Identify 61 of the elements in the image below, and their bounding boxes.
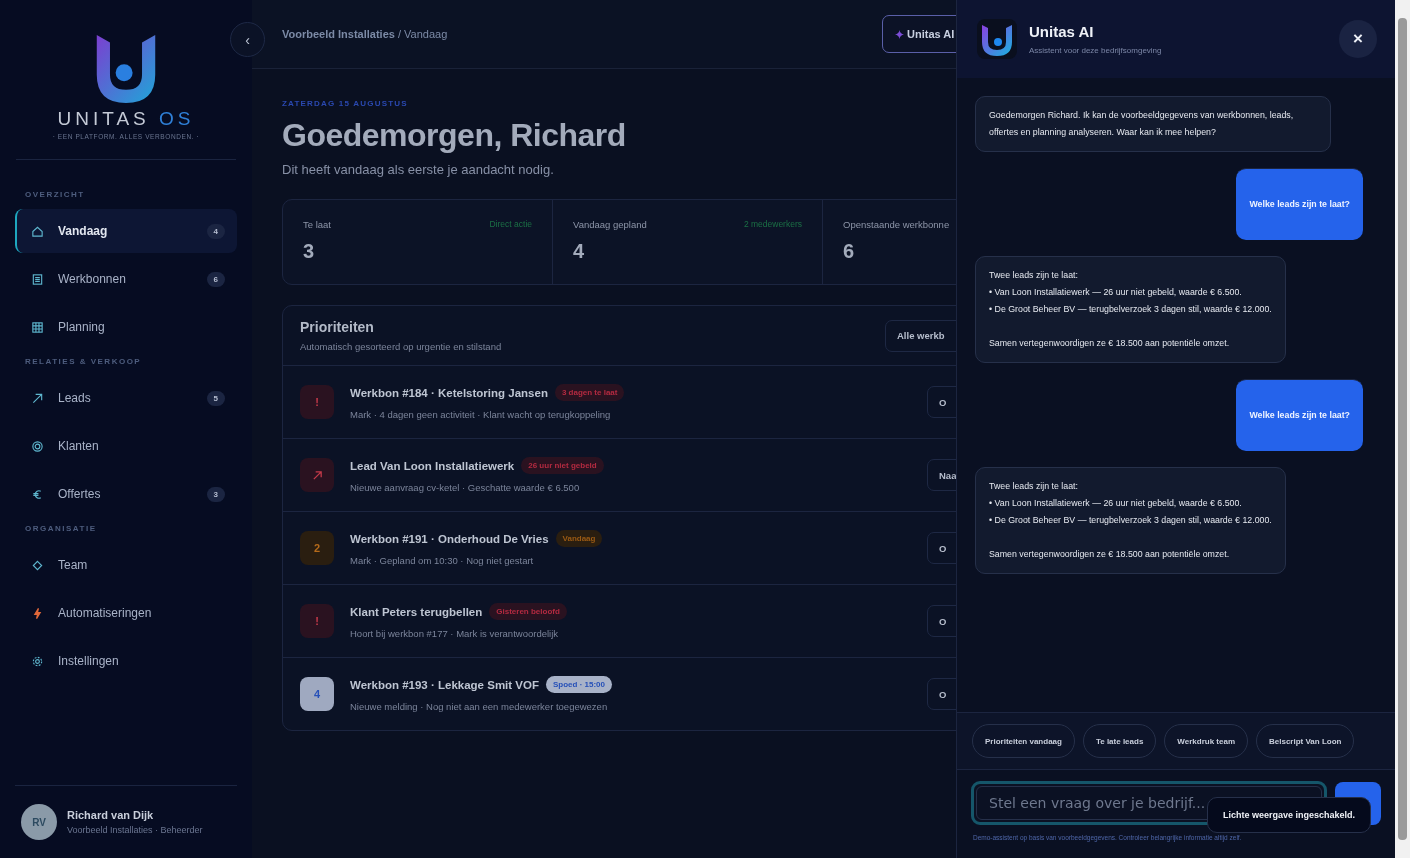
nav-label: Planning: [58, 320, 106, 334]
item-title: Werkbon #193 · Lekkage Smit VOF: [350, 678, 539, 691]
count-badge: 4: [206, 223, 225, 239]
item-title: Werkbon #191 · Onderhoud De Vries: [350, 532, 549, 545]
count-badge: 6: [206, 271, 225, 287]
nav-label: Offertes: [58, 487, 102, 501]
assistant-message: Goedemorgen Richard. Ik kan de voorbeeldgegevens van werkbonnen, leads, offertes en planning analyseren. Waar kan ik mee helpen?: [975, 96, 1331, 152]
status-tag: Vandaag: [555, 530, 603, 547]
priority-marker: !: [300, 604, 334, 638]
card-title: Prioriteiten: [300, 319, 375, 335]
stat-value: 6: [843, 240, 856, 263]
stat-label: Openstaande werkbonne: [843, 219, 950, 230]
item-title: Werkbon #184 · Ketelstoring Jansen: [350, 386, 548, 399]
item-title: Lead Van Loon Installatiewerk: [350, 459, 515, 472]
nav-label: Team: [58, 558, 89, 572]
stat-label: Te laat: [303, 219, 331, 230]
priority-marker: 2: [300, 531, 334, 565]
stat-value: 4: [573, 240, 586, 263]
card-subtitle: Automatisch gesorteerd op urgentie en stilstand: [300, 341, 502, 352]
item-meta: Nieuwe aanvraag cv-ketel · Geschatte waarde € 6.500: [350, 482, 581, 493]
panel-subtitle: Assistent voor deze bedrijfsomgeving: [1029, 46, 1163, 55]
nav-label: Werkbonnen: [58, 272, 127, 286]
user-message: Welke leads zijn te laat?: [1236, 168, 1363, 240]
priority-marker: !: [300, 385, 334, 419]
breadcrumb: Voorbeeld Installaties / Vandaag: [282, 28, 449, 40]
item-meta: Mark · 4 dagen geen activiteit · Klant wacht op terugkoppeling: [350, 409, 612, 420]
greeting-subtitle: Dit heeft vandaag als eerste je aandacht nodig.: [282, 162, 555, 177]
nav-label: Automatiseringen: [58, 606, 153, 620]
nav-label: Leads: [58, 391, 92, 405]
item-meta: Hoort bij werkbon #177 · Mark is verantwoordelijk: [350, 628, 560, 639]
item-meta: Nieuwe melding · Nog niet aan een medewerker toegewezen: [350, 701, 609, 712]
stat-value: 3: [303, 240, 316, 263]
nav-label: Vandaag: [58, 224, 109, 238]
item-title: Klant Peters terugbellen: [350, 605, 483, 618]
toast: Lichte weergave ingeschakeld.: [1207, 797, 1372, 833]
assistant-message: Twee leads zijn te laat: • Van Loon Installatiewerk — 26 uur niet gebeld, waarde € 6.500. • De Groot Beheer BV — terugbelverzoek 3 dagen stil, waarde € 12.000. Samen vertegenwoordigen ze € 18.500 aan potentiële omzet.: [975, 256, 1286, 363]
status-tag: Gisteren beloofd: [489, 603, 567, 620]
nav-label: Klanten: [58, 439, 100, 453]
count-badge: 5: [206, 390, 225, 406]
priority-marker: 4: [300, 677, 334, 711]
logo-wordmark: UNITAS OS: [57, 108, 195, 130]
section-heading: ORGANISATIE: [24, 523, 98, 535]
assistant-message: Twee leads zijn te laat: • Van Loon Installatiewerk — 26 uur niet gebeld, waarde € 6.500. • De Groot Beheer BV — terugbelverzoek 3 dagen stil, waarde € 12.000. Samen vertegenwoordigen ze € 18.500 aan potentiële omzet.: [975, 467, 1286, 574]
stat-hint: 2 medewerkers: [743, 219, 802, 230]
nav-label: Instellingen: [58, 654, 120, 668]
stat-label: Vandaag gepland: [573, 219, 647, 230]
panel-title: Unitas AI: [1029, 23, 1095, 40]
user-name: Richard van Dijk: [67, 809, 155, 821]
date-label: ZATERDAG 15 AUGUSTUS: [282, 99, 409, 108]
stat-hint: Direct actie: [489, 219, 532, 230]
avatar: RV: [21, 804, 57, 840]
status-tag: Spoed · 15:00: [545, 676, 612, 693]
greeting-title: Goedemorgen, Richard: [282, 116, 627, 154]
user-message: Welke leads zijn te laat?: [1236, 379, 1363, 451]
status-tag: 3 dagen te laat: [554, 384, 625, 401]
count-badge: 3: [206, 486, 225, 502]
section-heading: RELATIES & VERKOOP: [24, 356, 143, 368]
section-heading: OVERZICHT: [24, 189, 86, 201]
item-meta: Mark · Gepland om 10:30 · Nog niet gestart: [350, 555, 535, 566]
user-role: Voorbeeld Installaties · Beheerder: [67, 825, 203, 835]
status-tag: 26 uur niet gebeld: [521, 457, 604, 474]
